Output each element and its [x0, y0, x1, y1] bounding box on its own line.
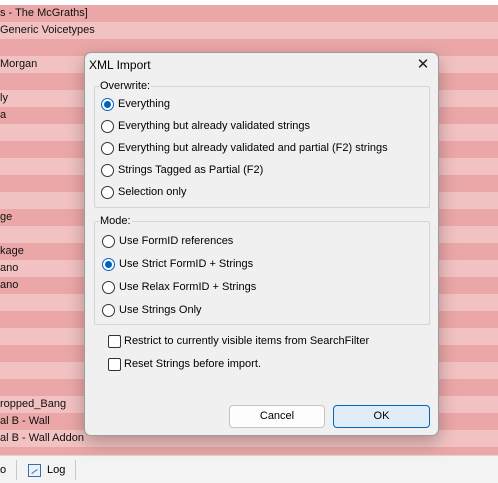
dialog-title: XML Import: [89, 58, 151, 72]
mode-group-label: Mode:: [99, 215, 132, 227]
close-icon[interactable]: ✕: [416, 57, 430, 72]
radio-overwrite-selection-only[interactable]: Selection only: [101, 185, 401, 201]
radio-mode-strings-only[interactable]: Use Strings Only: [102, 303, 402, 319]
list-item[interactable]: [0, 447, 498, 455]
radio-button[interactable]: [101, 98, 114, 111]
radio-label: Strings Tagged as Partial (F2): [118, 164, 264, 176]
radio-button[interactable]: [101, 164, 114, 177]
radio-mode-relax[interactable]: Use Relax FormID + Strings: [102, 280, 402, 296]
tab-log[interactable]: Log: [47, 461, 65, 479]
reset-strings-checkbox[interactable]: Reset Strings before import.: [108, 357, 408, 373]
xml-import-dialog: XML Import ✕ Overwrite: Everything Every…: [84, 52, 439, 436]
radio-overwrite-except-validated-partial[interactable]: Everything but already validated and par…: [101, 141, 421, 157]
radio-overwrite-partial-only[interactable]: Strings Tagged as Partial (F2): [101, 163, 401, 179]
tab-divider: [75, 460, 76, 480]
list-item[interactable]: s - The McGraths]: [0, 5, 498, 22]
checkbox[interactable]: [108, 358, 121, 371]
radio-mode-formid[interactable]: Use FormID references: [102, 234, 402, 250]
radio-overwrite-except-validated[interactable]: Everything but already validated strings: [101, 119, 401, 135]
radio-label: Everything but already validated and par…: [118, 142, 388, 154]
radio-overwrite-everything[interactable]: Everything: [101, 97, 401, 113]
radio-button[interactable]: [101, 120, 114, 133]
restrict-visible-checkbox[interactable]: Restrict to currently visible items from…: [108, 334, 408, 350]
radio-label: Use FormID references: [119, 235, 234, 247]
bottom-tab-bar: o Log: [0, 455, 498, 483]
checkbox[interactable]: [108, 335, 121, 348]
overwrite-group-label: Overwrite:: [99, 80, 152, 92]
radio-label: Everything but already validated strings: [118, 120, 310, 132]
radio-button[interactable]: [102, 258, 115, 271]
radio-button[interactable]: [101, 142, 114, 155]
checkbox-label: Restrict to currently visible items from…: [124, 335, 370, 347]
tab-divider: [16, 460, 17, 480]
ok-button[interactable]: OK: [333, 405, 430, 428]
radio-button[interactable]: [102, 281, 115, 294]
tab-partial[interactable]: o: [0, 461, 6, 479]
radio-label: Use Strict FormID + Strings: [119, 258, 254, 270]
radio-button[interactable]: [102, 304, 115, 317]
checkbox-label: Reset Strings before import.: [124, 358, 261, 370]
radio-label: Everything: [118, 98, 170, 110]
cancel-button[interactable]: Cancel: [229, 405, 325, 428]
radio-label: Use Strings Only: [119, 304, 202, 316]
list-item[interactable]: Generic Voicetypes: [0, 22, 498, 39]
radio-label: Selection only: [118, 186, 187, 198]
radio-button[interactable]: [101, 186, 114, 199]
radio-mode-strict[interactable]: Use Strict FormID + Strings: [102, 257, 402, 273]
radio-label: Use Relax FormID + Strings: [119, 281, 257, 293]
log-icon: [28, 464, 41, 477]
dialog-titlebar[interactable]: XML Import ✕: [85, 53, 438, 77]
radio-button[interactable]: [102, 235, 115, 248]
